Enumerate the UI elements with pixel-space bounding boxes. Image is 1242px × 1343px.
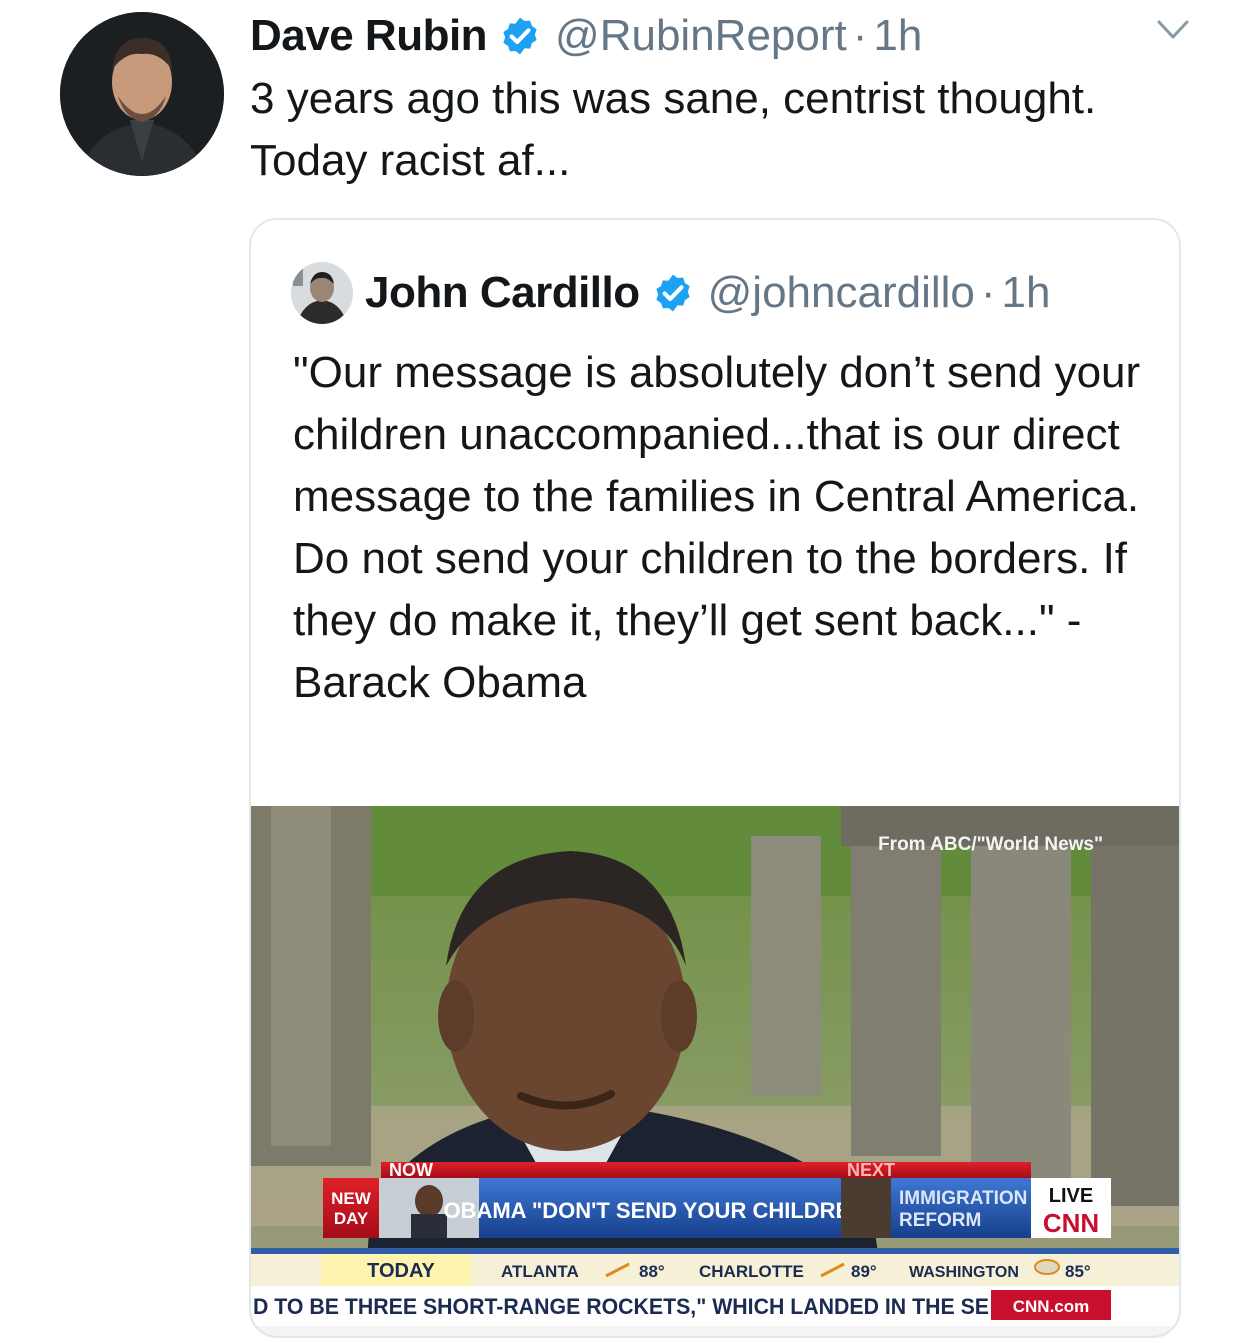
author-handle[interactable]: @RubinReport [555,11,847,61]
author-avatar[interactable] [60,12,224,176]
verified-badge-icon [652,272,694,314]
cnn-site: CNN.com [1013,1297,1090,1316]
quoted-tweet-timestamp[interactable]: 1h [1002,268,1051,318]
live-label: LIVE [1049,1185,1093,1207]
weather-city: ATLANTA [501,1262,579,1281]
show-label-line2: DAY [334,1209,369,1228]
weather-temp: 88° [639,1262,665,1281]
weather-today: TODAY [367,1260,435,1282]
tweet-header: Dave Rubin @RubinReport · 1h [250,6,922,66]
quoted-tweet-text: "Our message is absolutely don’t send yo… [293,348,1141,707]
quoted-tweet-card[interactable]: John Cardillo @johncardillo · 1h "Our me… [249,218,1181,1338]
source-credit: From ABC/"World News" [878,834,1103,855]
network-logo: CNN [1043,1208,1099,1238]
next-topic-line1: IMMIGRATION [899,1188,1027,1209]
chevron-down-icon[interactable] [1156,18,1190,42]
news-ticker: D TO BE THREE SHORT-RANGE ROCKETS," WHIC… [253,1294,989,1319]
weather-temp: 89° [851,1262,877,1281]
weather-city: CHARLOTTE [699,1262,804,1281]
author-name[interactable]: Dave Rubin [250,11,488,61]
tweet-text: 3 years ago this was sane, centrist thou… [250,74,1097,185]
next-topic-line2: REFORM [899,1210,981,1231]
headline: OBAMA "DON'T SEND YOUR CHILDREN" [443,1198,876,1223]
separator-dot: · [852,11,868,60]
weather-city: WASHINGTON [909,1264,1019,1281]
next-label: NEXT [847,1160,895,1180]
weather-temp: 85° [1065,1262,1091,1281]
now-label: NOW [389,1160,433,1180]
quoted-author-avatar[interactable] [291,262,353,324]
tweet-timestamp[interactable]: 1h [873,11,922,61]
verified-badge-icon [499,15,541,57]
quoted-author-handle[interactable]: @johncardillo [708,268,975,318]
video-thumbnail[interactable]: From ABC/"World News" NOW NEXT NEW DAY O… [251,806,1179,1336]
quoted-author-name[interactable]: John Cardillo [365,268,640,318]
separator-dot: · [980,268,996,317]
show-label-line1: NEW [331,1189,372,1208]
quoted-tweet-header: John Cardillo @johncardillo · 1h [365,262,1050,324]
